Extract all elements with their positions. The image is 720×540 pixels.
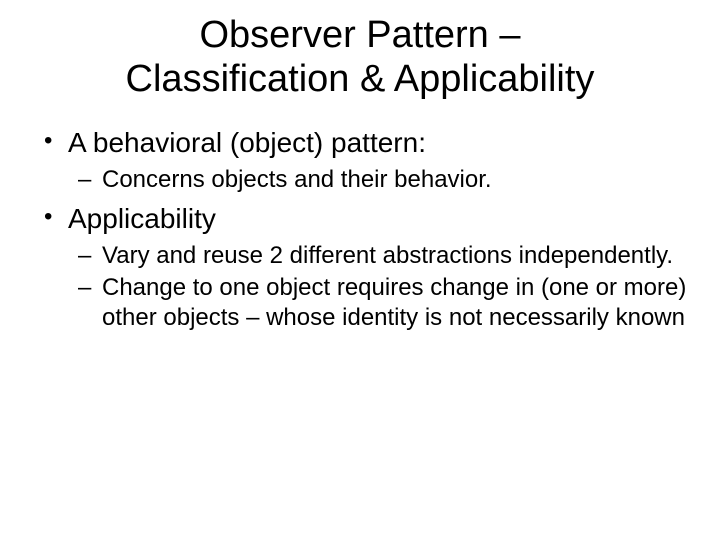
bullet-text: Concerns objects and their behavior. [102, 166, 492, 193]
list-item: A behavioral (object) pattern: Concerns … [40, 127, 690, 195]
bullet-text: A behavioral (object) pattern: [68, 127, 426, 158]
bullet-list-level2: Vary and reuse 2 different abstractions … [68, 241, 690, 333]
bullet-list-level1: A behavioral (object) pattern: Concerns … [30, 127, 690, 333]
bullet-text: Vary and reuse 2 different abstractions … [102, 242, 673, 269]
title-line-1: Observer Pattern – [199, 14, 520, 56]
list-item: Applicability Vary and reuse 2 different… [40, 203, 690, 333]
bullet-text: Change to one object requires change in … [102, 274, 686, 331]
slide-title: Observer Pattern – Classification & Appl… [30, 14, 690, 101]
bullet-text: Applicability [68, 203, 216, 234]
list-item: Change to one object requires change in … [78, 273, 690, 333]
list-item: Concerns objects and their behavior. [78, 165, 690, 195]
bullet-list-level2: Concerns objects and their behavior. [68, 165, 690, 195]
list-item: Vary and reuse 2 different abstractions … [78, 241, 690, 271]
title-line-2: Classification & Applicability [126, 58, 595, 100]
